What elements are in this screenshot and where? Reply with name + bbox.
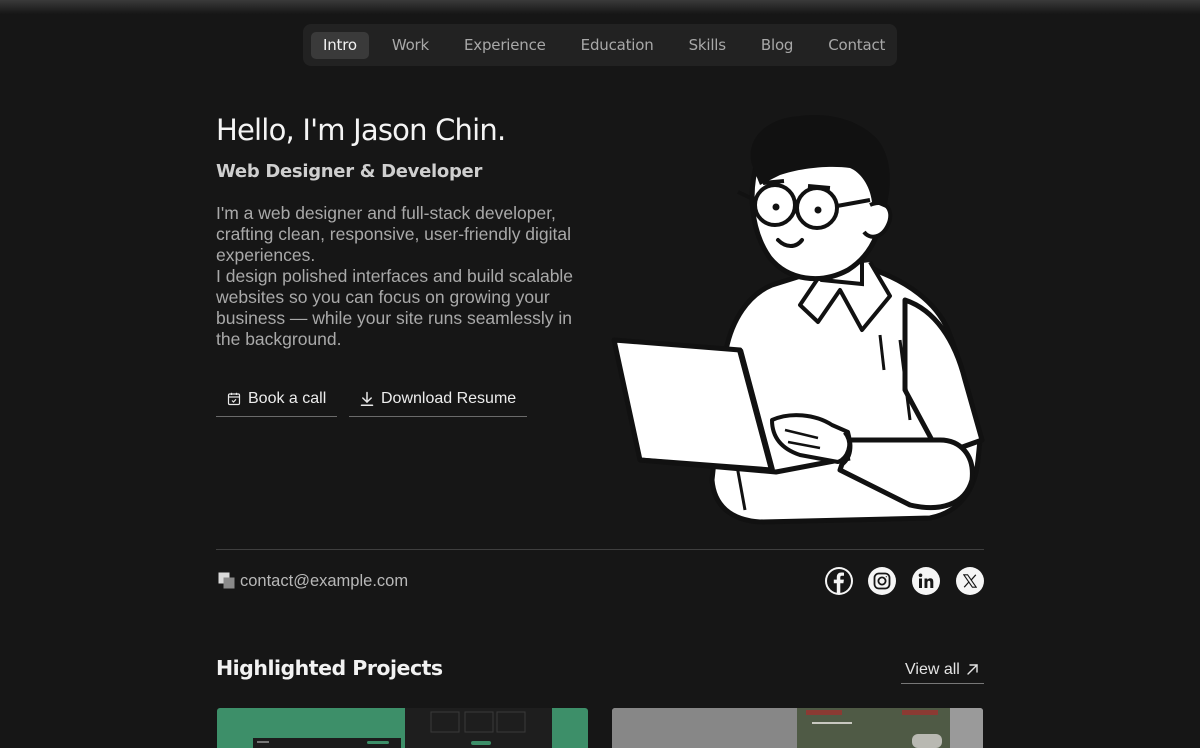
hero-title: Hello, I'm Jason Chin. (216, 113, 506, 147)
linkedin-link[interactable] (912, 567, 940, 595)
nav-item-contact[interactable]: Contact (816, 32, 897, 59)
nav-item-work[interactable]: Work (380, 32, 441, 59)
hero-description: I'm a web designer and full-stack develo… (216, 203, 596, 350)
calendar-icon (226, 391, 242, 407)
projects-title: Highlighted Projects (216, 656, 443, 680)
section-divider (216, 549, 984, 550)
nav-item-blog[interactable]: Blog (749, 32, 805, 59)
developer-illustration (611, 115, 985, 525)
x-icon (963, 574, 977, 588)
x-link[interactable] (956, 567, 984, 595)
hero-paragraph-2: I design polished interfaces and build s… (216, 266, 574, 349)
linkedin-icon (918, 573, 934, 588)
download-icon (359, 391, 375, 407)
hero-subtitle: Web Designer & Developer (216, 161, 483, 182)
instagram-link[interactable] (868, 567, 896, 595)
download-resume-label: Download Resume (381, 390, 517, 407)
nav-item-intro[interactable]: Intro (311, 31, 369, 59)
facebook-icon (827, 569, 851, 593)
download-resume-button[interactable]: Download Resume (349, 382, 527, 417)
nav-item-education[interactable]: Education (569, 32, 666, 59)
contact-email[interactable]: contact@example.com (240, 572, 408, 591)
project-thumbnail-2 (612, 708, 983, 748)
book-call-button[interactable]: Book a call (216, 382, 337, 417)
book-call-label: Book a call (248, 390, 327, 407)
view-all-link[interactable]: View all (901, 656, 984, 684)
facebook-link[interactable] (825, 567, 853, 595)
instagram-icon (873, 572, 891, 590)
top-nav: Intro Work Experience Education Skills B… (303, 24, 897, 66)
nav-item-experience[interactable]: Experience (452, 32, 558, 59)
project-thumbnail-1 (217, 708, 588, 748)
email-icon (218, 572, 236, 590)
project-card-2[interactable] (612, 708, 983, 748)
top-shade (0, 0, 1200, 14)
arrow-up-right-icon (966, 663, 979, 676)
project-card-1[interactable] (217, 708, 588, 748)
hero-paragraph-1: I'm a web designer and full-stack develo… (216, 203, 572, 265)
view-all-label: View all (905, 660, 960, 678)
nav-item-skills[interactable]: Skills (677, 32, 738, 59)
